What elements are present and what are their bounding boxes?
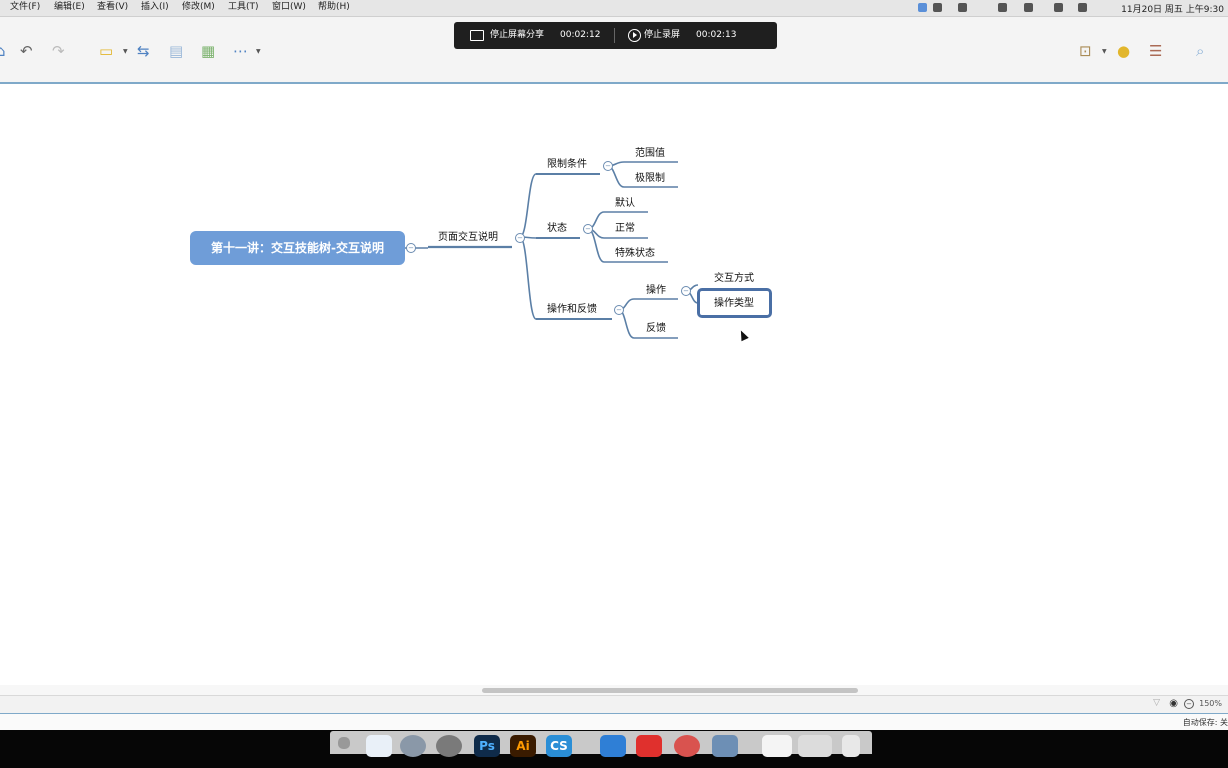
search-icon[interactable]: ⌕ — [1196, 43, 1204, 59]
menu-file[interactable]: 文件(F) — [10, 2, 40, 13]
tray-app-icon[interactable] — [918, 3, 927, 12]
relationship-icon[interactable]: ⇆ — [137, 43, 150, 59]
menubar-clock[interactable]: 11月20日 周五 上午9:30 — [1121, 2, 1224, 15]
stop-share-button[interactable]: 停止屏幕分享 — [490, 30, 544, 41]
cs-app-icon[interactable]: CS — [546, 735, 572, 757]
wifi-icon[interactable] — [1024, 3, 1033, 12]
boundary-icon[interactable]: ▤ — [169, 43, 183, 59]
illustrator-icon[interactable]: Ai — [510, 735, 536, 757]
mac-dock: Ps Ai CS — [330, 731, 872, 757]
collapse-constraints-icon[interactable]: − — [603, 161, 613, 171]
mac-menubar: 文件(F) 编辑(E) 查看(V) 插入(I) 修改(M) 工具(T) 窗口(W… — [0, 0, 1228, 17]
record-timer: 00:02:13 — [696, 30, 737, 40]
mindmap-canvas[interactable]: 第十一讲：交互技能树-交互说明 − 页面交互说明 − 限制条件 − 范围值 极限… — [0, 84, 1228, 685]
topic-state[interactable]: 状态 — [547, 223, 567, 235]
photoshop-icon[interactable]: Ps — [474, 735, 500, 757]
trash-icon[interactable] — [842, 735, 860, 757]
undo-icon[interactable]: ↶ — [20, 43, 33, 59]
tray-app-icon[interactable] — [998, 3, 1007, 12]
home-icon[interactable]: ⌂ — [0, 43, 6, 59]
xmind-icon[interactable] — [636, 735, 662, 757]
window-thumbnail[interactable] — [798, 735, 832, 757]
status-bar: ▽ ◉ − 150% — [0, 695, 1228, 715]
topic-range-value[interactable]: 范围值 — [635, 148, 665, 160]
topic-operation[interactable]: 操作 — [646, 285, 666, 297]
topic-normal[interactable]: 正常 — [615, 223, 635, 235]
more-icon[interactable]: ⋯ — [233, 43, 248, 59]
connector-branch-2 — [519, 236, 537, 320]
selected-topic[interactable]: 操作类型 — [697, 288, 772, 318]
summary-icon[interactable]: ▦ — [201, 43, 215, 59]
menu-insert[interactable]: 插入(I) — [141, 2, 169, 13]
topic-icon[interactable]: ▭ — [99, 43, 113, 59]
window-thumbnail[interactable] — [762, 735, 792, 757]
zoom-out-icon[interactable]: − — [1184, 699, 1194, 709]
topic-operation-feedback[interactable]: 操作和反馈 — [547, 304, 597, 316]
menu-modify[interactable]: 修改(M) — [182, 2, 215, 13]
finder-icon[interactable] — [366, 735, 392, 757]
tray-app-icon[interactable] — [933, 3, 942, 12]
finder-icon[interactable] — [338, 737, 350, 749]
menu-edit[interactable]: 编辑(E) — [54, 2, 85, 13]
recording-divider — [614, 28, 615, 43]
tray-app-icon[interactable] — [958, 3, 967, 12]
gantt-icon[interactable]: ☰ — [1149, 43, 1162, 59]
chrome-icon[interactable] — [674, 735, 700, 757]
more-caret-icon[interactable]: ▼ — [256, 48, 261, 55]
input-method-icon[interactable] — [1078, 3, 1087, 12]
topic-operation-type[interactable]: 操作类型 — [714, 298, 754, 310]
volume-icon[interactable] — [1054, 3, 1063, 12]
topic-constraints[interactable]: 限制条件 — [547, 159, 587, 171]
menu-view[interactable]: 查看(V) — [97, 2, 128, 13]
mindmap-connectors — [405, 161, 767, 339]
menu-window[interactable]: 窗口(W) — [272, 2, 306, 13]
topic-default[interactable]: 默认 — [615, 198, 635, 210]
collapse-operation-icon[interactable]: − — [681, 286, 691, 296]
horizontal-scrollbar-thumb[interactable] — [482, 688, 858, 693]
connector-branch-0 — [519, 173, 537, 238]
topic-page-interaction[interactable]: 页面交互说明 — [438, 232, 498, 244]
zoom-level[interactable]: 150% — [1199, 699, 1222, 708]
collapse-root-icon[interactable]: − — [406, 243, 416, 253]
record-icon[interactable] — [628, 29, 641, 42]
topic-caret-icon[interactable]: ▼ — [123, 48, 128, 55]
filter-icon[interactable]: ▽ — [1153, 698, 1160, 708]
topic-limit[interactable]: 极限制 — [635, 173, 665, 185]
system-preferences-icon[interactable] — [436, 735, 462, 757]
screen-share-icon[interactable] — [470, 30, 484, 41]
screen: 文件(F) 编辑(E) 查看(V) 插入(I) 修改(M) 工具(T) 窗口(W… — [0, 0, 1228, 768]
vscode-icon[interactable] — [600, 735, 626, 757]
collapse-state-icon[interactable]: − — [583, 224, 593, 234]
presentation-icon[interactable]: ⊡ — [1079, 43, 1092, 59]
collapse-level1-icon[interactable]: − — [515, 233, 525, 243]
menu-help[interactable]: 帮助(H) — [318, 2, 350, 13]
idea-icon[interactable]: ● — [1117, 43, 1130, 59]
autosave-status[interactable]: 自动保存: 关 — [1183, 717, 1228, 728]
menu-tools[interactable]: 工具(T) — [228, 2, 259, 13]
eye-icon[interactable]: ◉ — [1169, 698, 1178, 709]
topic-interaction-mode[interactable]: 交互方式 — [714, 273, 754, 285]
central-topic[interactable]: 第十一讲：交互技能树-交互说明 — [190, 231, 405, 265]
topic-special-state[interactable]: 特殊状态 — [615, 248, 655, 260]
footer-strip: 自动保存: 关 — [0, 714, 1228, 730]
stop-record-button[interactable]: 停止录屏 — [644, 30, 680, 41]
preview-icon[interactable] — [712, 735, 738, 757]
redo-icon[interactable]: ↷ — [52, 43, 65, 59]
presentation-caret-icon[interactable]: ▼ — [1102, 48, 1107, 55]
screen-recording-bar: 停止屏幕分享 00:02:12 停止录屏 00:02:13 — [454, 22, 777, 49]
launchpad-icon[interactable] — [400, 735, 426, 757]
share-timer: 00:02:12 — [560, 30, 601, 40]
topic-feedback[interactable]: 反馈 — [646, 323, 666, 335]
collapse-operation-feedback-icon[interactable]: − — [614, 305, 624, 315]
